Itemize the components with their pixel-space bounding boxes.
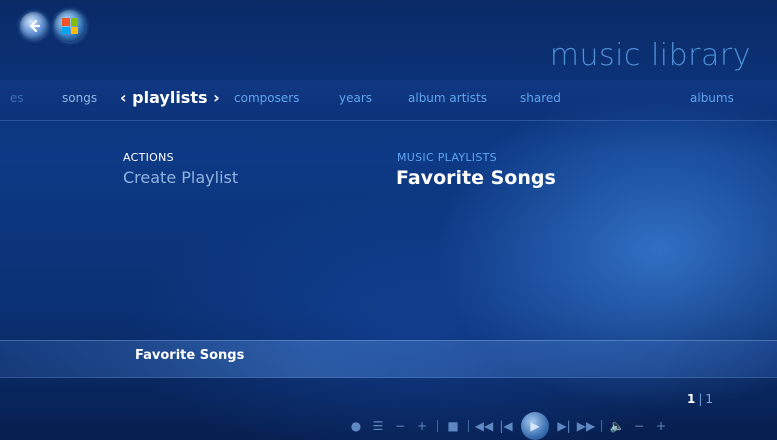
create-playlist-link[interactable]: Create Playlist bbox=[123, 168, 238, 187]
divider bbox=[601, 420, 602, 432]
page-counter: 1 | 1 bbox=[687, 392, 713, 406]
pivot-navigation: es songs ‹ playlists › composers years a… bbox=[0, 80, 777, 121]
current-page: 1 bbox=[686, 392, 696, 406]
volume-down-icon[interactable]: − bbox=[628, 419, 650, 433]
fast-forward-icon[interactable]: ▶▶ bbox=[575, 419, 597, 433]
pivot-item-songs[interactable]: songs bbox=[62, 91, 97, 105]
pivot-item-album-artists[interactable]: album artists bbox=[408, 91, 487, 105]
volume-up-icon[interactable]: + bbox=[650, 419, 672, 433]
skip-forward-icon[interactable]: ▶| bbox=[553, 419, 575, 433]
transport-controls: ● ☰ − + ■ ◀◀ |◀ ▶ ▶| ▶▶ 🔈 − + bbox=[345, 412, 777, 440]
rewind-icon[interactable]: ◀◀ bbox=[473, 419, 495, 433]
actions-heading: ACTIONS bbox=[123, 151, 174, 164]
page-separator: | bbox=[698, 392, 703, 406]
pivot-item-albums[interactable]: albums bbox=[690, 91, 734, 105]
pivot-item-playlists[interactable]: ‹ playlists › bbox=[120, 88, 220, 107]
total-pages: 1 bbox=[705, 392, 713, 406]
back-button[interactable] bbox=[20, 12, 48, 40]
divider bbox=[468, 420, 469, 432]
record-icon[interactable]: ● bbox=[345, 419, 367, 433]
focused-item-label: Favorite Songs bbox=[135, 348, 245, 363]
pivot-item-composers[interactable]: composers bbox=[234, 91, 299, 105]
mute-icon[interactable]: 🔈 bbox=[606, 419, 628, 433]
pivot-item-years[interactable]: years bbox=[339, 91, 372, 105]
skip-back-icon[interactable]: |◀ bbox=[495, 419, 517, 433]
stop-icon[interactable]: ■ bbox=[442, 419, 464, 433]
pivot-item-shared[interactable]: shared bbox=[520, 91, 561, 105]
pivot-item-genres-partial[interactable]: es bbox=[10, 91, 24, 105]
divider bbox=[437, 420, 438, 432]
page-title: music library bbox=[549, 38, 751, 73]
playlist-item[interactable]: Favorite Songs bbox=[396, 167, 556, 189]
channel-up-icon[interactable]: + bbox=[411, 419, 433, 433]
windows-start-icon bbox=[62, 18, 78, 34]
focus-info-bar bbox=[0, 340, 777, 378]
back-arrow-icon bbox=[29, 19, 41, 33]
channel-down-icon[interactable]: − bbox=[389, 419, 411, 433]
guide-icon[interactable]: ☰ bbox=[367, 419, 389, 433]
start-button[interactable] bbox=[54, 10, 86, 42]
play-icon: ▶ bbox=[530, 419, 540, 433]
music-playlists-heading: MUSIC PLAYLISTS bbox=[397, 151, 497, 164]
play-button[interactable]: ▶ bbox=[521, 412, 549, 440]
